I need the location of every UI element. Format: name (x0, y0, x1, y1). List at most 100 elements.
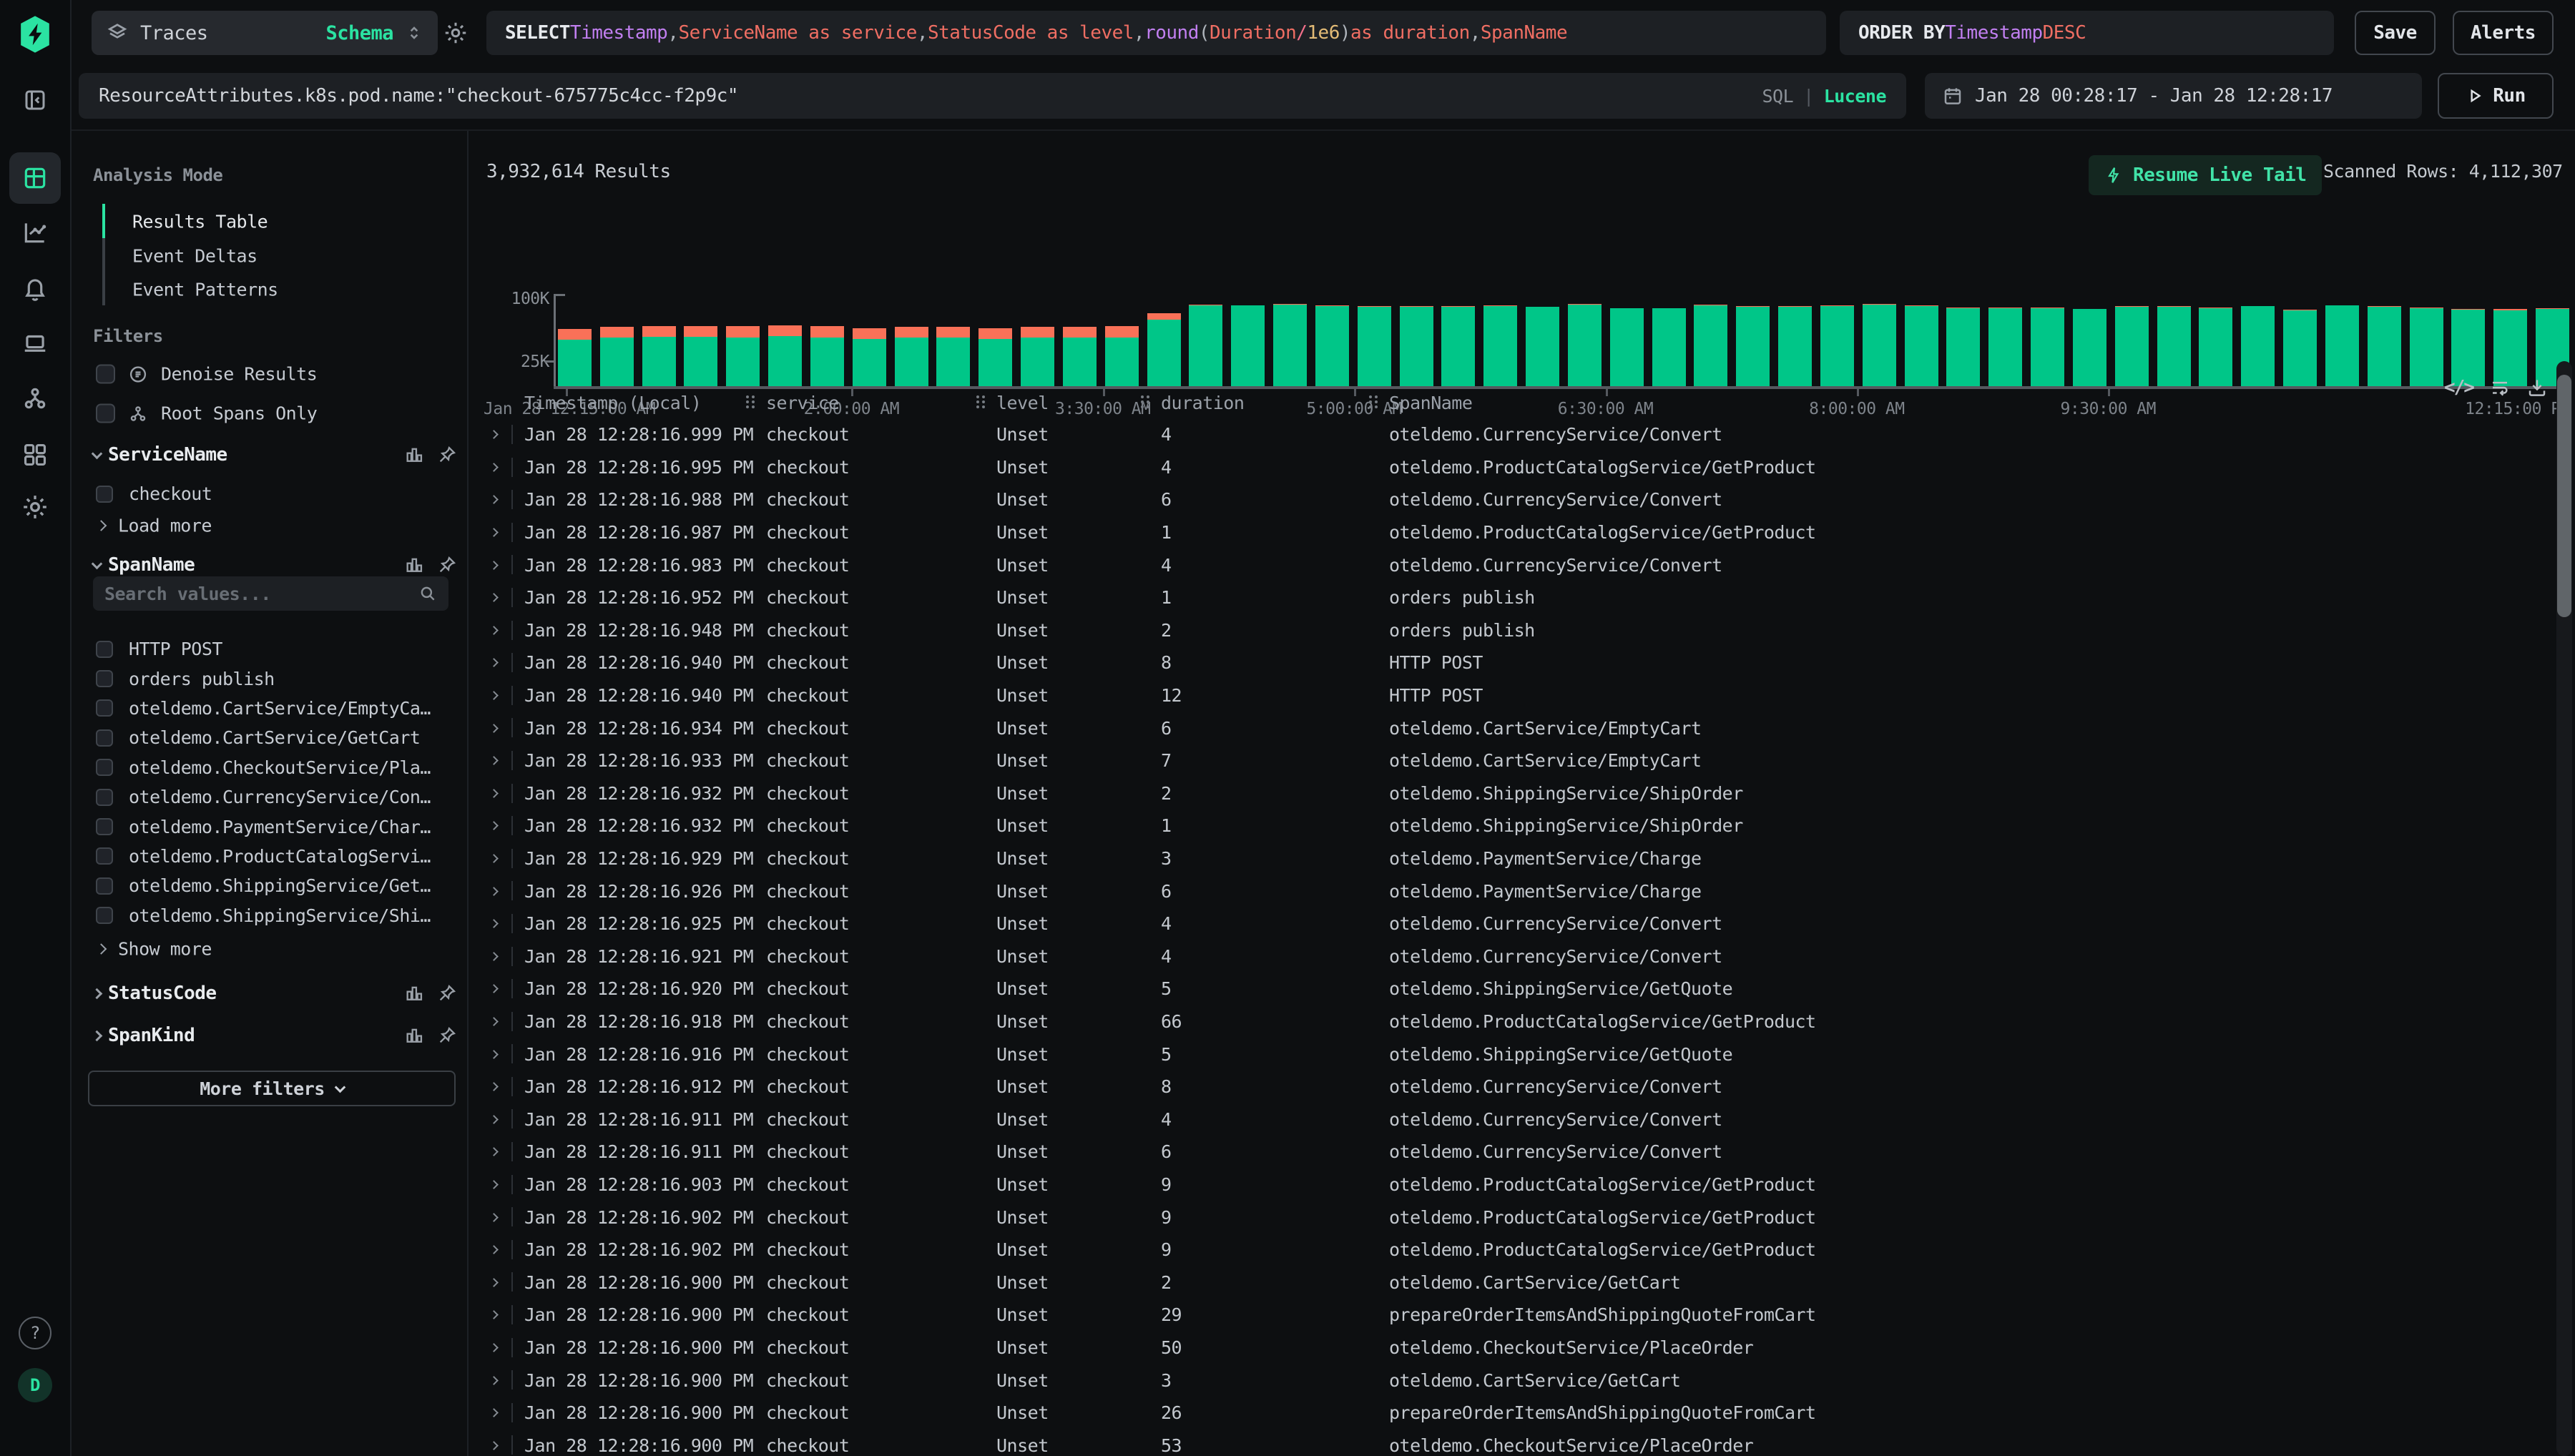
code-view-icon[interactable]: </> (2444, 377, 2473, 398)
histogram-bar[interactable] (558, 329, 592, 386)
save-button[interactable]: Save (2355, 11, 2436, 55)
histogram-bar[interactable] (1147, 313, 1181, 386)
row-expander[interactable] (486, 581, 524, 614)
histogram-bar[interactable] (936, 327, 970, 386)
histogram-bar[interactable] (2410, 308, 2443, 386)
checkbox[interactable] (96, 818, 113, 835)
histogram-bar[interactable] (1483, 305, 1517, 386)
histogram-bar[interactable] (1946, 308, 1980, 386)
chart-icon[interactable] (404, 445, 424, 465)
histogram-bar[interactable] (1694, 305, 1727, 386)
show-more-link[interactable]: Show more (97, 939, 212, 960)
row-expander[interactable] (486, 940, 524, 973)
row-expander[interactable] (486, 1332, 524, 1364)
table-row[interactable]: Jan 28 12:28:16.948 PMcheckoutUnset2orde… (486, 614, 2489, 647)
table-row[interactable]: Jan 28 12:28:16.926 PMcheckoutUnset6otel… (486, 875, 2489, 907)
row-expander[interactable] (486, 1005, 524, 1038)
filter-group-servicename[interactable]: ServiceName (93, 444, 457, 466)
chart-icon[interactable] (404, 555, 424, 575)
histogram-bar[interactable] (1905, 305, 1938, 386)
histogram-bar[interactable] (642, 326, 676, 386)
checkbox[interactable] (96, 789, 113, 806)
mode-event-patterns[interactable]: Event Patterns (132, 280, 278, 300)
table-row[interactable]: Jan 28 12:28:16.983 PMcheckoutUnset4otel… (486, 549, 2489, 581)
source-settings-gear-icon[interactable] (443, 20, 469, 46)
row-expander[interactable] (486, 1266, 524, 1299)
checkbox[interactable] (96, 907, 113, 924)
chart-explorer-icon[interactable] (21, 219, 49, 246)
histogram-bar[interactable] (2157, 306, 2191, 386)
table-row[interactable]: Jan 28 12:28:16.902 PMcheckoutUnset9otel… (486, 1234, 2489, 1266)
histogram-bar[interactable] (2115, 306, 2149, 386)
table-row[interactable]: Jan 28 12:28:16.912 PMcheckoutUnset8otel… (486, 1071, 2489, 1103)
table-row[interactable]: Jan 28 12:28:16.911 PMcheckoutUnset6otel… (486, 1136, 2489, 1169)
resume-live-tail-button[interactable]: Resume Live Tail (2089, 155, 2322, 195)
select-clause-editor[interactable]: SELECT Timestamp, ServiceName as service… (486, 11, 1826, 55)
filter-value-row[interactable]: oteldemo.CurrencyService/Con… (72, 782, 467, 812)
table-row[interactable]: Jan 28 12:28:16.999 PMcheckoutUnset4otel… (486, 418, 2489, 451)
table-row[interactable]: Jan 28 12:28:16.900 PMcheckoutUnset26pre… (486, 1397, 2489, 1430)
alerts-button[interactable]: Alerts (2453, 11, 2554, 55)
wrap-text-icon[interactable] (2489, 377, 2511, 398)
row-expander[interactable] (486, 1234, 524, 1266)
histogram-bar[interactable] (1105, 326, 1139, 386)
app-logo[interactable] (15, 14, 55, 54)
histogram-bar[interactable] (978, 328, 1012, 386)
drag-grip-icon[interactable] (1368, 394, 1378, 410)
row-expander[interactable] (486, 483, 524, 516)
histogram-bar[interactable] (1863, 304, 1896, 386)
histogram-bar[interactable] (1526, 307, 1559, 386)
table-row[interactable]: Jan 28 12:28:16.925 PMcheckoutUnset4otel… (486, 907, 2489, 940)
mode-event-deltas[interactable]: Event Deltas (132, 246, 258, 267)
search-input[interactable]: ResourceAttributes.k8s.pod.name:"checkou… (79, 73, 1906, 119)
col-service[interactable]: service (766, 393, 996, 413)
table-row[interactable]: Jan 28 12:28:16.987 PMcheckoutUnset1otel… (486, 516, 2489, 549)
row-expander[interactable] (486, 712, 524, 744)
row-expander[interactable] (486, 1397, 524, 1430)
order-by-editor[interactable]: ORDER BY Timestamp DESC (1840, 11, 2334, 55)
more-filters-button[interactable]: More filters (88, 1071, 456, 1106)
histogram-bar[interactable] (1358, 306, 1391, 386)
mode-sql-toggle[interactable]: SQL (1762, 86, 1793, 107)
histogram-bar[interactable] (1568, 304, 1602, 386)
mode-lucene-toggle[interactable]: Lucene (1824, 86, 1886, 107)
filter-value-row[interactable]: oteldemo.CartService/EmptyCa… (72, 694, 467, 723)
pin-icon[interactable] (437, 1025, 457, 1046)
row-expander[interactable] (486, 1429, 524, 1456)
row-expander[interactable] (486, 614, 524, 647)
checkbox[interactable] (96, 670, 113, 687)
checkbox[interactable] (96, 877, 113, 895)
filter-value-row[interactable]: oteldemo.ShippingService/Get… (72, 871, 467, 900)
filter-value-row[interactable]: orders publish (72, 664, 467, 693)
table-row[interactable]: Jan 28 12:28:16.916 PMcheckoutUnset5otel… (486, 1038, 2489, 1071)
dashboards-icon[interactable] (21, 441, 49, 468)
table-row[interactable]: Jan 28 12:28:16.900 PMcheckoutUnset53ote… (486, 1429, 2489, 1456)
histogram-bar[interactable] (2031, 308, 2064, 386)
row-expander[interactable] (486, 907, 524, 940)
col-duration[interactable]: duration (1161, 393, 1389, 413)
table-row[interactable]: Jan 28 12:28:16.933 PMcheckoutUnset7otel… (486, 744, 2489, 777)
table-row[interactable]: Jan 28 12:28:16.900 PMcheckoutUnset29pre… (486, 1299, 2489, 1332)
histogram-bar[interactable] (2368, 306, 2401, 386)
pin-icon[interactable] (437, 555, 457, 575)
filter-value-row[interactable]: oteldemo.CartService/GetCart (72, 723, 467, 752)
histogram-bar[interactable] (1273, 304, 1307, 386)
histogram-bar[interactable] (1315, 305, 1349, 386)
table-row[interactable]: Jan 28 12:28:16.902 PMcheckoutUnset9otel… (486, 1201, 2489, 1234)
table-row[interactable]: Jan 28 12:28:16.900 PMcheckoutUnset2otel… (486, 1266, 2489, 1299)
checkbox[interactable] (96, 365, 115, 384)
histogram-bar[interactable] (1778, 306, 1812, 386)
row-expander[interactable] (486, 516, 524, 549)
histogram-bar[interactable] (1189, 305, 1222, 386)
filter-group-spankind[interactable]: SpanKind (93, 1025, 457, 1046)
col-level[interactable]: level (996, 393, 1161, 413)
row-expander[interactable] (486, 1038, 524, 1071)
collapse-sidebar-icon[interactable] (22, 87, 48, 113)
filter-value-row[interactable]: HTTP POST (72, 634, 467, 664)
table-row[interactable]: Jan 28 12:28:16.932 PMcheckoutUnset2otel… (486, 777, 2489, 810)
histogram-bar[interactable] (1441, 306, 1475, 386)
download-icon[interactable] (2526, 377, 2548, 398)
row-expander[interactable] (486, 1364, 524, 1397)
row-expander[interactable] (486, 418, 524, 451)
histogram-bar[interactable] (2073, 309, 2106, 386)
